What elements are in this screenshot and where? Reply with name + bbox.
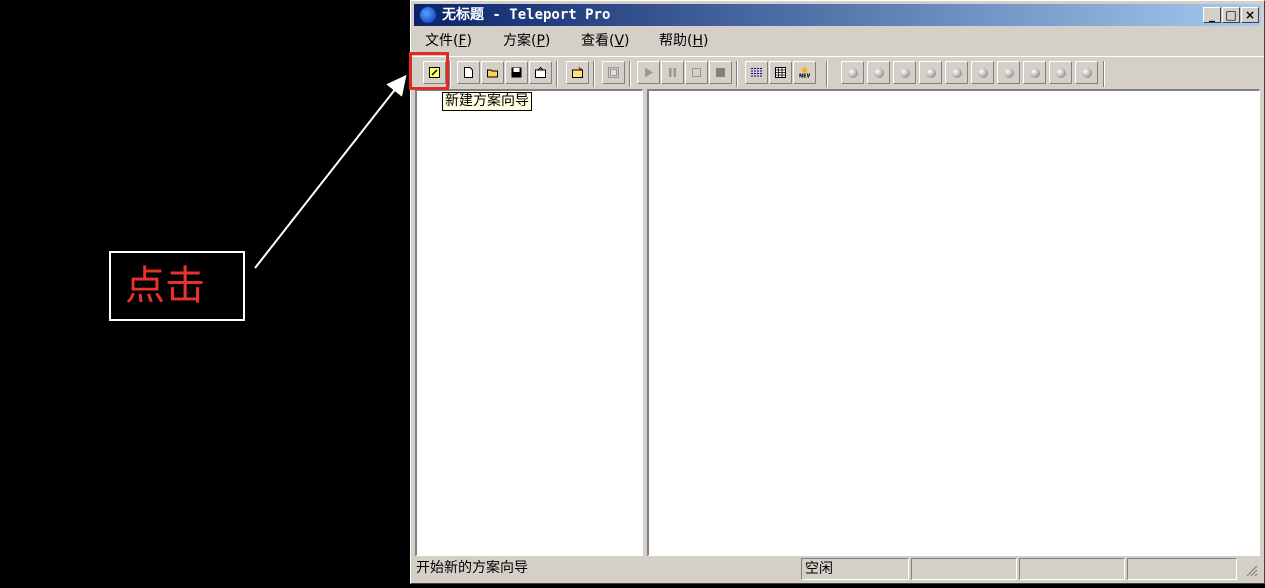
- content-pane[interactable]: [647, 89, 1260, 556]
- slot-button[interactable]: [1023, 61, 1046, 84]
- slot-button[interactable]: [945, 61, 968, 84]
- click-target-highlight: [409, 52, 449, 90]
- new-file-button[interactable]: [457, 61, 480, 84]
- open-folder-button[interactable]: [481, 61, 504, 84]
- menu-project[interactable]: 方案(P): [503, 28, 550, 54]
- slot-button[interactable]: [971, 61, 994, 84]
- start-button[interactable]: [637, 61, 660, 84]
- svg-text:NEW: NEW: [799, 74, 810, 79]
- save-icon: [511, 67, 522, 78]
- toolbar-separator: [449, 61, 451, 87]
- pause-button[interactable]: [661, 61, 684, 84]
- properties-button[interactable]: [529, 61, 552, 84]
- status-bar: 开始新的方案向导 空闲: [413, 557, 1262, 581]
- slot-button[interactable]: [867, 61, 890, 84]
- stop-step-button[interactable]: [685, 61, 708, 84]
- toolbar-separator: [1103, 61, 1105, 87]
- browse-icon: [608, 67, 619, 78]
- maximize-button[interactable]: □: [1222, 7, 1240, 23]
- grid-view-button[interactable]: [769, 61, 792, 84]
- new-icon: NEW: [799, 67, 810, 78]
- slot-dot-icon: [848, 68, 858, 78]
- window-title: 无标题 - Teleport Pro: [442, 7, 611, 23]
- slot-button[interactable]: [997, 61, 1020, 84]
- list-view-button[interactable]: [745, 61, 768, 84]
- list-view-icon: [751, 68, 762, 77]
- toolbar-separator: [629, 61, 631, 87]
- teleport-window: 无标题 - Teleport Pro _ □ × 文件(F) 方案(P) 查看(…: [410, 0, 1265, 584]
- stop-step-icon: [692, 68, 701, 77]
- tooltip: 新建方案向导: [442, 92, 532, 111]
- menu-help[interactable]: 帮助(H): [659, 28, 708, 54]
- status-state: 空闲: [801, 558, 909, 580]
- status-panel: [1127, 558, 1237, 580]
- toolbar-separator: [736, 61, 738, 87]
- browse-button[interactable]: [602, 61, 625, 84]
- status-panel: [1019, 558, 1125, 580]
- grid-view-icon: [775, 67, 786, 78]
- new-address-icon: [572, 67, 583, 78]
- toolbar-separator: [556, 61, 558, 87]
- toolbar-separator: [826, 61, 828, 87]
- pause-icon: [669, 68, 676, 77]
- properties-icon: [535, 67, 546, 78]
- slot-dot-icon: [952, 68, 962, 78]
- slot-dot-icon: [978, 68, 988, 78]
- slot-button[interactable]: [1049, 61, 1072, 84]
- menu-file[interactable]: 文件(F): [425, 28, 472, 54]
- save-button[interactable]: [505, 61, 528, 84]
- click-callout: 点击: [109, 251, 245, 321]
- new-address-button[interactable]: [566, 61, 589, 84]
- toolbar: NEW: [411, 56, 1264, 88]
- open-folder-icon: [487, 69, 498, 78]
- slot-dot-icon: [1030, 68, 1040, 78]
- slot-button[interactable]: [841, 61, 864, 84]
- slot-dot-icon: [1056, 68, 1066, 78]
- new-file-icon: [464, 67, 473, 78]
- close-button[interactable]: ×: [1241, 7, 1259, 23]
- menu-view[interactable]: 查看(V): [581, 28, 630, 54]
- status-panel: [911, 558, 1017, 580]
- teleport-app-icon: [420, 7, 436, 23]
- slot-dot-icon: [1082, 68, 1092, 78]
- slot-button[interactable]: [1075, 61, 1098, 84]
- toolbar-separator: [593, 61, 595, 87]
- slot-button[interactable]: [893, 61, 916, 84]
- resize-grip-icon[interactable]: [1246, 565, 1258, 577]
- status-message: 开始新的方案向导: [416, 560, 528, 576]
- slot-dot-icon: [1004, 68, 1014, 78]
- project-tree-pane[interactable]: [415, 89, 643, 556]
- title-bar[interactable]: 无标题 - Teleport Pro _ □ ×: [414, 4, 1261, 26]
- stop-icon: [716, 68, 725, 77]
- slot-dot-icon: [926, 68, 936, 78]
- start-icon: [645, 67, 653, 78]
- menu-bar: 文件(F) 方案(P) 查看(V) 帮助(H): [414, 28, 1261, 54]
- slot-dot-icon: [900, 68, 910, 78]
- stop-button[interactable]: [709, 61, 732, 84]
- callout-label: 点击: [125, 263, 205, 309]
- slot-button[interactable]: [919, 61, 942, 84]
- slot-dot-icon: [874, 68, 884, 78]
- minimize-button[interactable]: _: [1203, 7, 1221, 23]
- new-button[interactable]: NEW: [793, 61, 816, 84]
